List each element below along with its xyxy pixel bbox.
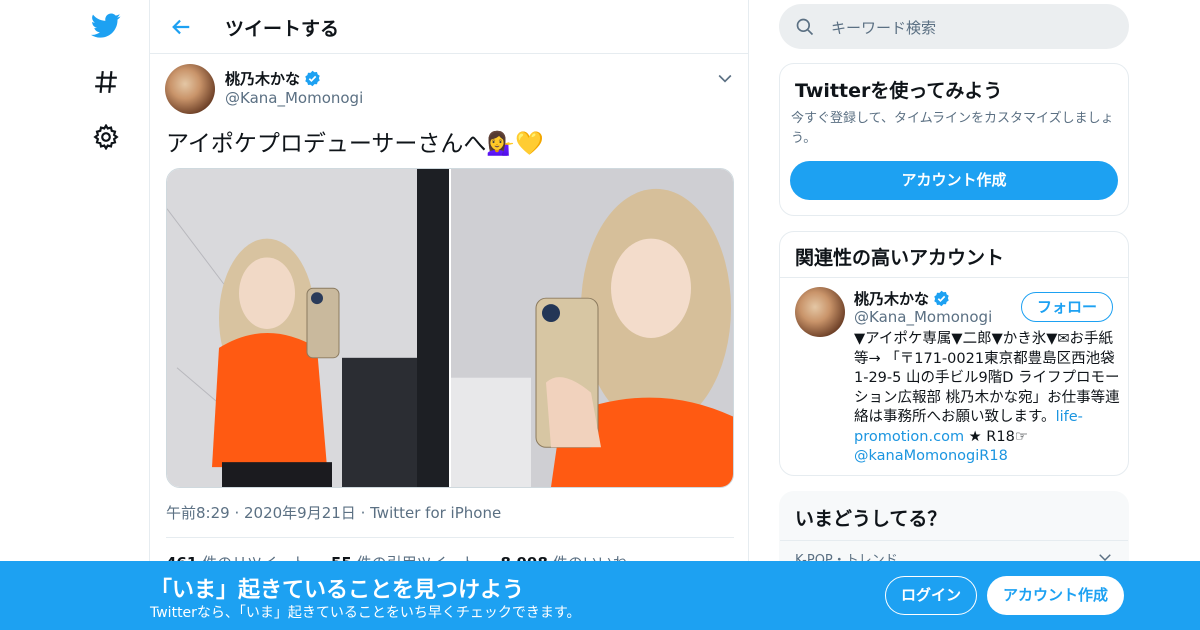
author-name[interactable]: 桃乃木かな: [225, 68, 321, 89]
tweet-source[interactable]: Twitter for iPhone: [370, 504, 501, 522]
related-name[interactable]: 桃乃木かな: [854, 288, 950, 309]
signup-card-subtitle: 今すぐ登録して、タイムラインをカスタマイズしましょう。: [791, 111, 1114, 146]
create-account-button[interactable]: アカウント作成: [790, 161, 1118, 200]
page-title: ツイートする: [225, 18, 340, 40]
signup-card-title: Twitterを使ってみよう: [795, 80, 1003, 102]
photo-right[interactable]: [451, 169, 734, 487]
login-button[interactable]: ログイン: [885, 576, 977, 615]
trends-title: いまどうしてる？: [795, 508, 947, 530]
search-input[interactable]: キーワード検索: [831, 17, 936, 38]
left-nav: [0, 0, 150, 630]
related-bio: ▼アイポケ専属▼二郎▼かき氷▼✉お手紙等→ 「〒171-0021東京都豊島区西池…: [854, 330, 1122, 467]
search-icon: [796, 18, 814, 36]
divider: [166, 537, 734, 538]
banner-signup-button[interactable]: アカウント作成: [987, 576, 1124, 615]
back-arrow-icon[interactable]: [166, 12, 196, 42]
related-accounts-card: 関連性の高いアカウント 桃乃木かな @Kana_Momonogi フォロー ▼ア…: [779, 231, 1129, 476]
verified-badge-icon: [934, 290, 949, 307]
photo-left[interactable]: [167, 169, 449, 487]
chevron-down-icon[interactable]: [715, 68, 735, 88]
bio-mention[interactable]: @kanaMomonogiR18: [854, 448, 1008, 464]
banner-subtitle: Twitterなら、「いま」起きていることをいち早くチェックできます。: [150, 605, 581, 621]
tweet-text: アイポケプロデューサーさんへ💁‍♀️💛: [166, 131, 544, 157]
related-card-title: 関連性の高いアカウント: [795, 247, 1005, 269]
settings-gear-icon[interactable]: [86, 117, 126, 157]
twitter-logo-icon[interactable]: [86, 6, 126, 46]
meta-separator: ·: [229, 504, 244, 522]
signup-card: Twitterを使ってみよう 今すぐ登録して、タイムラインをカスタマイズしましょ…: [779, 63, 1129, 216]
meta-separator: ·: [355, 504, 371, 522]
search-bar[interactable]: キーワード検索: [779, 4, 1129, 49]
tweet-date[interactable]: 2020年9月21日: [244, 504, 356, 522]
related-handle[interactable]: @Kana_Momonogi: [854, 308, 992, 326]
follow-button[interactable]: フォロー: [1021, 292, 1113, 322]
verified-badge-icon: [305, 70, 320, 87]
related-avatar[interactable]: [795, 287, 845, 337]
related-name-text: 桃乃木かな: [854, 290, 930, 308]
tweet-header: ツイートする: [150, 0, 748, 54]
author-avatar[interactable]: [165, 64, 215, 114]
main-column: ツイートする 桃乃木かな @Kana_Momonogi アイポケプロデューサーさ…: [149, 0, 749, 630]
bio-r18: ★ R18☞: [964, 428, 1028, 445]
tweet-meta: 午前8:29 · 2020年9月21日 · Twitter for iPhone: [166, 502, 501, 523]
tweet-media[interactable]: [166, 168, 734, 488]
signup-banner: 「いま」起きていることを見つけよう Twitterなら、「いま」起きていることを…: [0, 561, 1200, 630]
divider: [780, 540, 1128, 541]
author-name-text: 桃乃木かな: [225, 70, 301, 88]
explore-hashtag-icon[interactable]: [86, 62, 126, 102]
banner-title: 「いま」起きていることを見つけよう: [150, 578, 525, 603]
divider: [780, 277, 1128, 278]
tweet-time[interactable]: 午前8:29: [166, 504, 230, 522]
author-handle[interactable]: @Kana_Momonogi: [225, 89, 363, 107]
